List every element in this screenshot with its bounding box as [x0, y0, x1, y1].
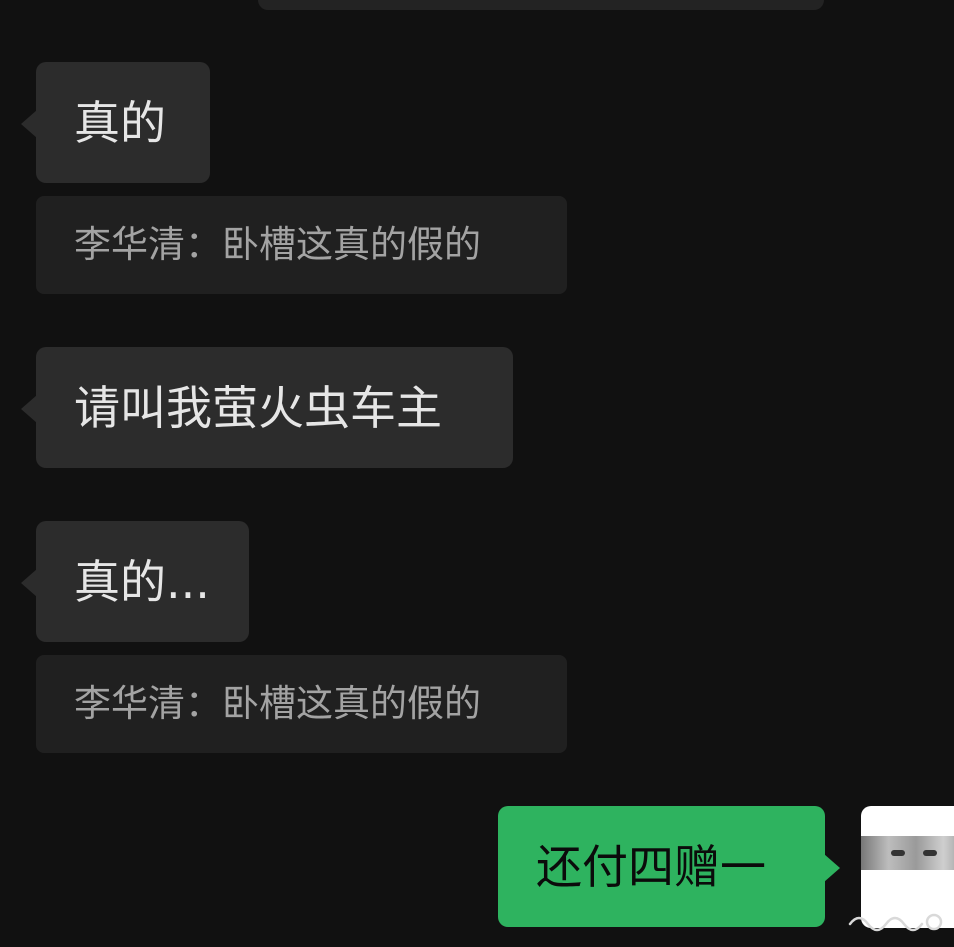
avatar-eye-icon	[923, 850, 937, 856]
message-text: 真的...	[74, 555, 210, 609]
sent-message-bubble[interactable]: 还付四赠一	[498, 806, 840, 927]
received-message-bubble[interactable]: 真的	[21, 62, 210, 183]
quoted-text: 李华清：卧槽这真的假的	[74, 682, 481, 725]
quoted-message[interactable]: 李华清：卧槽这真的假的	[36, 655, 567, 753]
message-text: 请叫我萤火虫车主	[74, 381, 442, 435]
watermark-icon	[848, 913, 943, 932]
chat-window: 真的 李华清：卧槽这真的假的 请叫我萤火虫车主 真的... 李华清：卧槽这真的假…	[0, 0, 954, 947]
message-text: 还付四赠一	[536, 840, 766, 894]
received-message-bubble[interactable]: 真的...	[21, 521, 249, 642]
avatar-photo-icon	[861, 836, 954, 870]
previous-message-fragment	[258, 0, 824, 10]
avatar-eye-icon	[891, 850, 905, 856]
quoted-message[interactable]: 李华清：卧槽这真的假的	[36, 196, 567, 294]
quoted-text: 李华清：卧槽这真的假的	[74, 223, 481, 266]
message-text: 真的	[74, 96, 166, 150]
received-message-bubble[interactable]: 请叫我萤火虫车主	[21, 347, 513, 468]
